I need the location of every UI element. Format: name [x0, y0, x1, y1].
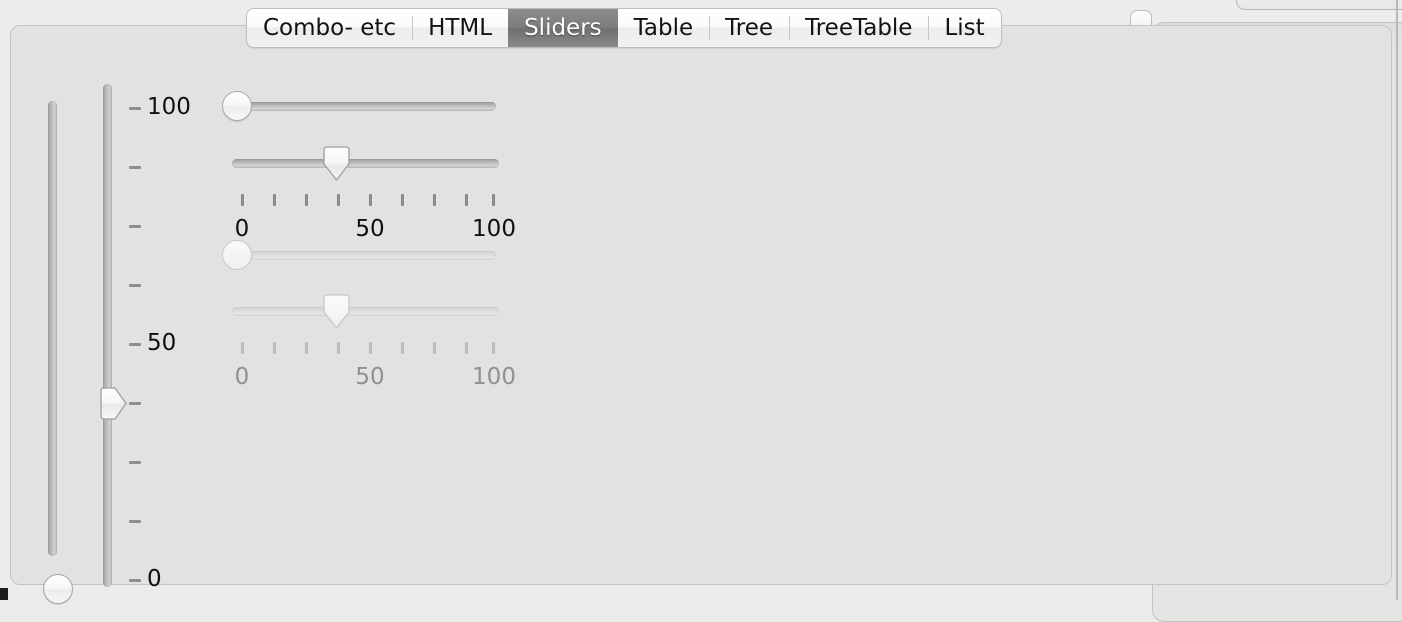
vertical-tick [129, 343, 141, 346]
horizontal-tick [241, 342, 244, 354]
vertical-tick [129, 402, 141, 405]
vertical-tick [129, 225, 141, 228]
horizontal-slider-plain[interactable] [216, 89, 506, 129]
horizontal-slider-plain-disabled [216, 238, 506, 278]
horizontal-slider-ticks-disabled-track [232, 307, 499, 316]
horizontal-tick [337, 194, 340, 206]
tab-html[interactable]: HTML [412, 9, 508, 47]
tab-combo-etc[interactable]: Combo- etc [247, 9, 412, 47]
horizontal-slider-ticks[interactable]: 0 50 100 [216, 138, 516, 242]
horizontal-slider-plain-thumb[interactable] [222, 91, 252, 121]
tab-tree[interactable]: Tree [709, 9, 789, 47]
horizontal-tick-label-100: 100 [472, 364, 516, 390]
horizontal-tick [433, 194, 436, 206]
horizontal-tick-label-0: 0 [234, 364, 250, 390]
vertical-tick [129, 579, 141, 582]
horizontal-slider-ticks-disabled-thumb [322, 294, 356, 330]
horizontal-tick [492, 194, 495, 206]
horizontal-tick [337, 342, 340, 354]
vertical-slider-ticks[interactable] [93, 74, 128, 587]
horizontal-slider-ticks-thumb[interactable] [322, 146, 356, 182]
vertical-slider-ticks-thumb[interactable] [98, 387, 128, 421]
vertical-tick-label-50: 50 [147, 330, 177, 356]
background-window-fragment-top [1236, 0, 1402, 10]
screen-corner-marker [0, 588, 8, 600]
background-window-edge [1396, 0, 1398, 600]
horizontal-tick [273, 194, 276, 206]
horizontal-tick [492, 342, 495, 354]
horizontal-tick [305, 342, 308, 354]
tab-list[interactable]: List [928, 9, 1000, 47]
horizontal-tick [465, 342, 468, 354]
horizontal-slider-ticks-disabled-scale [216, 342, 516, 358]
tab-treetable[interactable]: TreeTable [789, 9, 928, 47]
vertical-slider-plain[interactable] [38, 74, 73, 604]
horizontal-slider-plain-disabled-thumb [222, 240, 252, 270]
sliders-demo-panel: 100 50 0 0 50 100 0 50 100 [10, 25, 1392, 604]
horizontal-slider-ticks-track[interactable] [232, 159, 499, 168]
vertical-tick [129, 284, 141, 287]
horizontal-slider-plain-track[interactable] [236, 102, 496, 111]
vertical-tick [129, 461, 141, 464]
horizontal-slider-ticks-disabled: 0 50 100 [216, 286, 516, 390]
horizontal-tick [241, 194, 244, 206]
horizontal-slider-plain-disabled-track [236, 251, 496, 260]
horizontal-tick [273, 342, 276, 354]
horizontal-tick-label-50: 50 [355, 364, 385, 390]
vertical-tick [129, 166, 141, 169]
vertical-slider-plain-track[interactable] [48, 101, 57, 556]
tab-bar: Combo- etc HTML Sliders Table Tree TreeT… [246, 8, 1002, 48]
horizontal-slider-ticks-scale [216, 194, 516, 210]
vertical-slider-ticks-scale: 100 50 0 [129, 74, 209, 592]
horizontal-tick [305, 194, 308, 206]
horizontal-tick [401, 194, 404, 206]
vertical-tick-label-100: 100 [147, 94, 191, 120]
horizontal-tick [369, 194, 372, 206]
horizontal-tick [433, 342, 436, 354]
vertical-slider-ticks-track[interactable] [103, 84, 112, 587]
horizontal-tick [369, 342, 372, 354]
horizontal-tick [401, 342, 404, 354]
vertical-tick [129, 520, 141, 523]
horizontal-tick [465, 194, 468, 206]
tab-table[interactable]: Table [618, 9, 709, 47]
vertical-tick [129, 107, 141, 110]
vertical-tick-label-0: 0 [147, 566, 162, 592]
tab-sliders[interactable]: Sliders [508, 9, 618, 47]
